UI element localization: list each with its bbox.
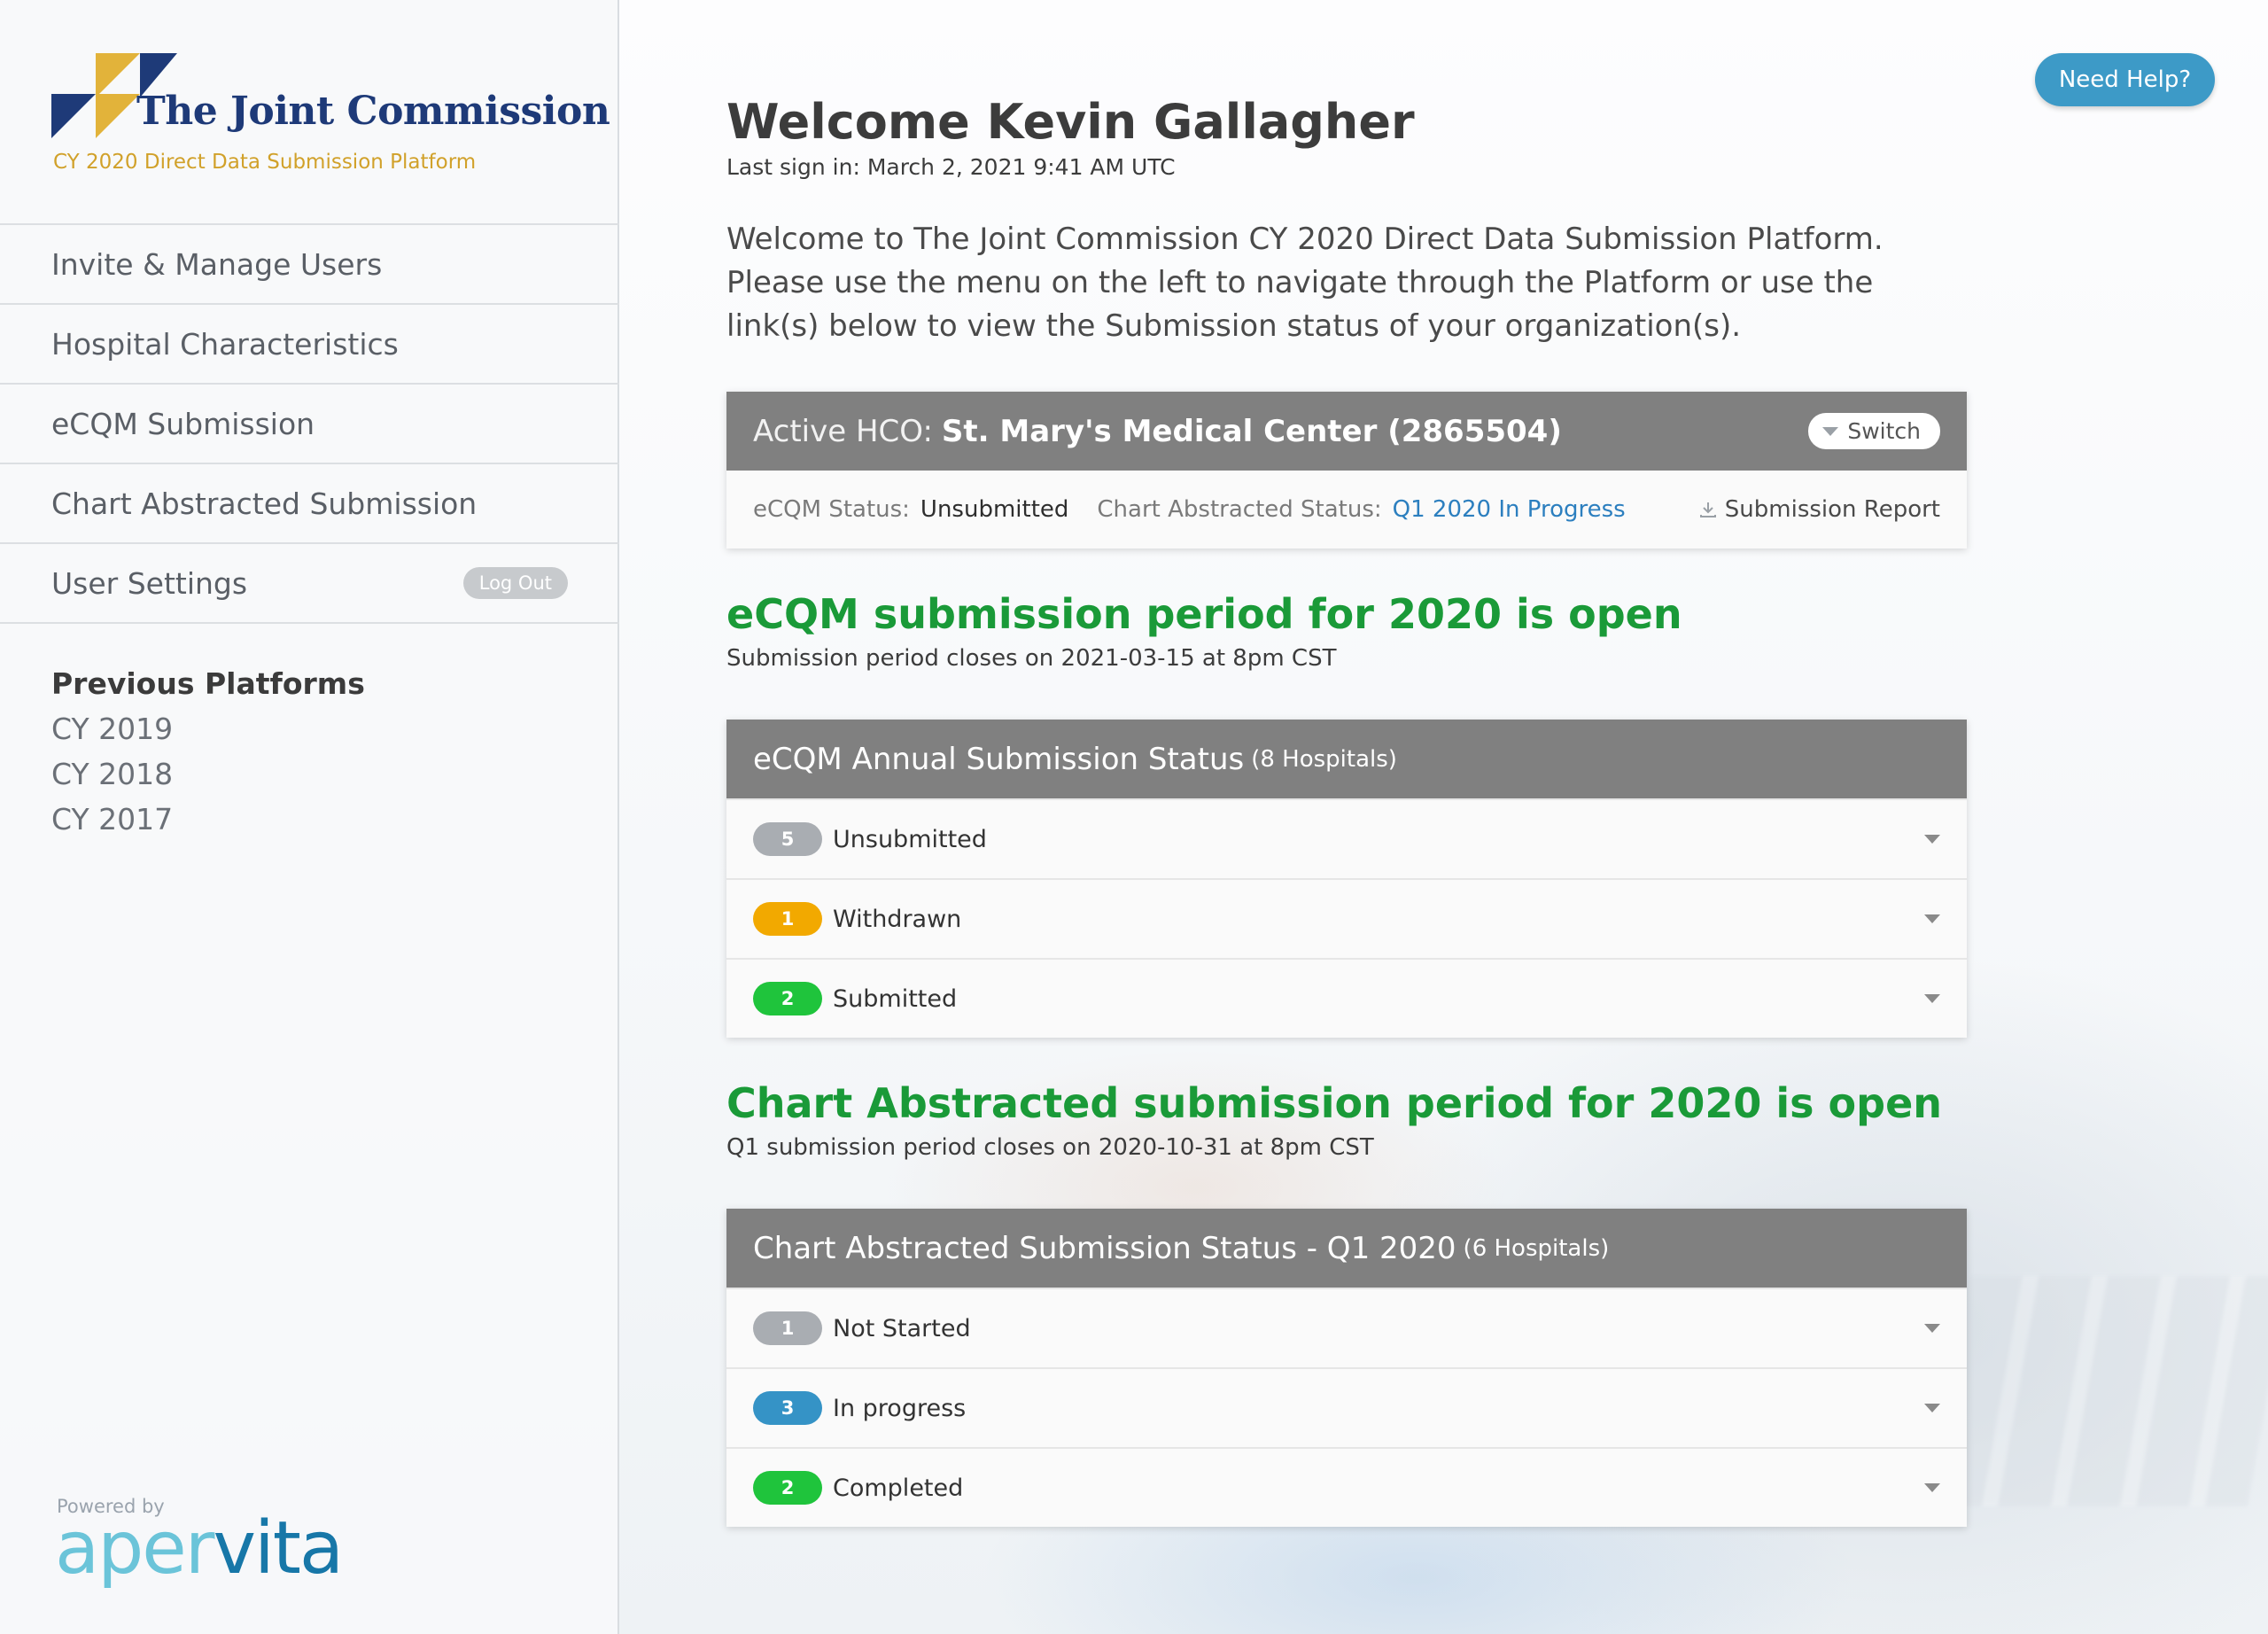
previous-platform-cy2018-link[interactable]: CY 2018 xyxy=(51,757,365,791)
row-label: Not Started xyxy=(833,1314,971,1342)
sidebar-item-label: Invite & Manage Users xyxy=(51,246,383,282)
previous-platforms-title: Previous Platforms xyxy=(51,666,365,701)
chart-period-subtitle: Q1 submission period closes on 2020-10-3… xyxy=(726,1134,1374,1161)
chart-status-link[interactable]: Q1 2020 In Progress xyxy=(1393,496,1626,523)
count-badge: 2 xyxy=(753,1471,822,1505)
sidebar-item-ecqm-submission[interactable]: eCQM Submission xyxy=(0,385,619,464)
active-hco-header: Active HCO: St. Mary's Medical Center (2… xyxy=(726,392,1967,471)
chart-row-completed[interactable]: 2 Completed xyxy=(726,1447,1967,1527)
chevron-down-icon xyxy=(1924,994,1940,1003)
background-keyboard-decoration xyxy=(1929,1276,2268,1506)
previous-platform-cy2017-link[interactable]: CY 2017 xyxy=(51,802,365,836)
row-label: Submitted xyxy=(833,984,958,1013)
submission-report-link[interactable]: Submission Report xyxy=(1698,496,1940,523)
chart-card-title: Chart Abstracted Submission Status - Q1 … xyxy=(753,1230,1456,1266)
sidebar-item-user-settings[interactable]: User Settings Log Out xyxy=(0,544,619,624)
switch-label: Switch xyxy=(1847,418,1921,444)
switch-hco-button[interactable]: Switch xyxy=(1808,413,1940,449)
joint-commission-logo[interactable]: The Joint Commission CY 2020 Direct Data… xyxy=(51,53,610,186)
row-label: Withdrawn xyxy=(833,905,962,933)
ecqm-status-header: eCQM Annual Submission Status (8 Hospita… xyxy=(726,720,1967,798)
chevron-down-icon xyxy=(1924,1483,1940,1492)
sidebar-item-hospital-characteristics[interactable]: Hospital Characteristics xyxy=(0,305,619,385)
previous-platforms: Previous Platforms CY 2019 CY 2018 CY 20… xyxy=(51,666,365,847)
submission-report-label: Submission Report xyxy=(1724,496,1940,523)
ecqm-row-submitted[interactable]: 2 Submitted xyxy=(726,958,1967,1038)
hco-status-row: eCQM Status: Unsubmitted Chart Abstracte… xyxy=(726,471,1967,549)
chart-status-label: Chart Abstracted Status: xyxy=(1097,496,1382,523)
brand-subtitle: CY 2020 Direct Data Submission Platform xyxy=(53,151,477,174)
ecqm-hospital-count: (8 Hospitals) xyxy=(1251,745,1397,773)
count-badge: 1 xyxy=(753,902,822,936)
sidebar: The Joint Commission CY 2020 Direct Data… xyxy=(0,0,619,1634)
sidebar-item-label: Chart Abstracted Submission xyxy=(51,486,478,521)
count-badge: 1 xyxy=(753,1311,822,1345)
apervita-logo: apervita xyxy=(55,1506,344,1591)
chevron-down-icon xyxy=(1924,1404,1940,1412)
active-hco-name: St. Mary's Medical Center (2865504) xyxy=(941,413,1562,449)
caret-down-icon xyxy=(1822,426,1839,436)
active-hco-prefix: Active HCO: xyxy=(753,413,933,449)
chart-status-header: Chart Abstracted Submission Status - Q1 … xyxy=(726,1209,1967,1288)
logout-button[interactable]: Log Out xyxy=(462,567,568,599)
previous-platform-cy2019-link[interactable]: CY 2019 xyxy=(51,712,365,746)
ecqm-status-card: eCQM Annual Submission Status (8 Hospita… xyxy=(726,720,1967,1038)
last-sign-in: Last sign in: March 2, 2021 9:41 AM UTC xyxy=(726,154,1176,180)
chevron-down-icon xyxy=(1924,835,1940,844)
ecqm-card-title: eCQM Annual Submission Status xyxy=(753,741,1245,777)
chart-status-card: Chart Abstracted Submission Status - Q1 … xyxy=(726,1209,1967,1527)
ecqm-status-label: eCQM Status: xyxy=(753,496,910,523)
welcome-intro: Welcome to The Joint Commission CY 2020 … xyxy=(726,222,1884,344)
row-label: Unsubmitted xyxy=(833,825,987,853)
chart-period-title: Chart Abstracted submission period for 2… xyxy=(726,1079,1943,1127)
sidebar-item-invite-manage-users[interactable]: Invite & Manage Users xyxy=(0,225,619,305)
count-badge: 2 xyxy=(753,982,822,1015)
count-badge: 3 xyxy=(753,1391,822,1425)
chevron-down-icon xyxy=(1924,914,1940,923)
ecqm-period-subtitle: Submission period closes on 2021-03-15 a… xyxy=(726,645,1337,672)
chart-row-in-progress[interactable]: 3 In progress xyxy=(726,1367,1967,1447)
chart-row-not-started[interactable]: 1 Not Started xyxy=(726,1288,1967,1367)
row-label: Completed xyxy=(833,1474,964,1502)
count-badge: 5 xyxy=(753,822,822,856)
ecqm-period-title: eCQM submission period for 2020 is open xyxy=(726,590,1682,638)
sidebar-item-label: eCQM Submission xyxy=(51,406,315,441)
chevron-down-icon xyxy=(1924,1324,1940,1333)
row-label: In progress xyxy=(833,1394,967,1422)
need-help-button[interactable]: Need Help? xyxy=(2035,53,2215,106)
sidebar-item-chart-abstracted-submission[interactable]: Chart Abstracted Submission xyxy=(0,464,619,544)
sidebar-nav: Invite & Manage Users Hospital Character… xyxy=(0,223,619,624)
page-title: Welcome Kevin Gallagher xyxy=(726,94,1415,150)
sidebar-item-label: Hospital Characteristics xyxy=(51,326,399,362)
sidebar-item-label: User Settings xyxy=(51,565,248,601)
brand-name: The Joint Commission xyxy=(136,89,610,134)
active-hco-card: Active HCO: St. Mary's Medical Center (2… xyxy=(726,392,1967,549)
ecqm-row-unsubmitted[interactable]: 5 Unsubmitted xyxy=(726,798,1967,878)
ecqm-status-value: Unsubmitted xyxy=(920,496,1069,523)
download-icon xyxy=(1699,502,1716,517)
ecqm-row-withdrawn[interactable]: 1 Withdrawn xyxy=(726,878,1967,958)
chart-hospital-count: (6 Hospitals) xyxy=(1463,1234,1610,1262)
